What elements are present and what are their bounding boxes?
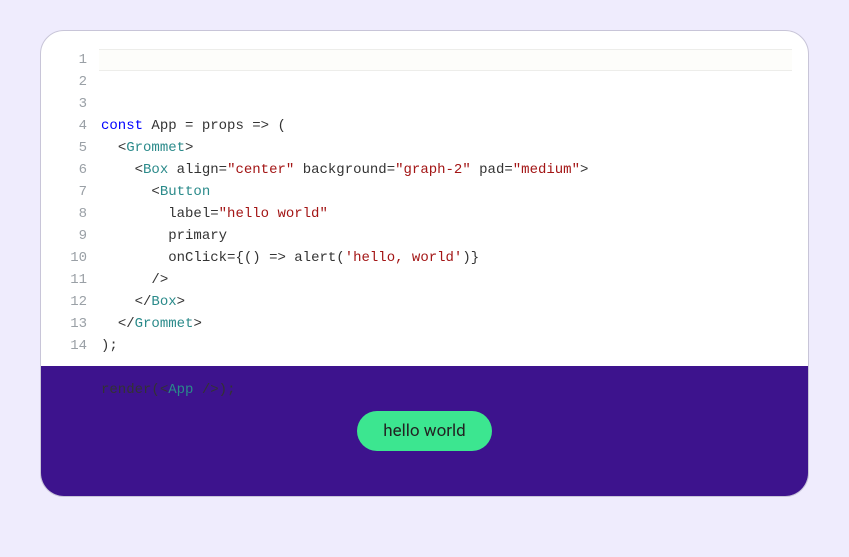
code-line: primary: [101, 225, 790, 247]
line-number: 8: [59, 203, 87, 225]
code-line: <Button: [101, 181, 790, 203]
line-number: 2: [59, 71, 87, 93]
playground-card: 1234567891011121314 const App = props =>…: [40, 30, 809, 497]
line-number: 4: [59, 115, 87, 137]
code-lines: const App = props => ( <Grommet> <Box al…: [101, 115, 790, 423]
code-line: <Grommet>: [101, 137, 790, 159]
line-number: 13: [59, 313, 87, 335]
code-line: );: [101, 335, 790, 357]
line-number: 1: [59, 49, 87, 71]
line-number: 6: [59, 159, 87, 181]
line-number: 12: [59, 291, 87, 313]
code-line: onClick={() => alert('hello, world')}: [101, 247, 790, 269]
line-number: 5: [59, 137, 87, 159]
code-line: const App = props => (: [101, 115, 790, 137]
code-line: [101, 357, 790, 379]
line-number: 7: [59, 181, 87, 203]
line-number: 3: [59, 93, 87, 115]
code-line: <Box align="center" background="graph-2"…: [101, 159, 790, 181]
code-line: </Box>: [101, 291, 790, 313]
code-line: />: [101, 269, 790, 291]
code-line: render(<App />);: [101, 379, 790, 401]
line-number: 11: [59, 269, 87, 291]
code-line: </Grommet>: [101, 313, 790, 335]
line-number: 14: [59, 335, 87, 357]
code-editor[interactable]: 1234567891011121314 const App = props =>…: [41, 31, 808, 351]
code-line: label="hello world": [101, 203, 790, 225]
line-number-gutter: 1234567891011121314: [59, 49, 101, 351]
code-area[interactable]: const App = props => ( <Grommet> <Box al…: [101, 49, 790, 351]
line-number: 9: [59, 225, 87, 247]
code-line: [101, 401, 790, 423]
line-number: 10: [59, 247, 87, 269]
current-line-highlight: [99, 49, 792, 71]
